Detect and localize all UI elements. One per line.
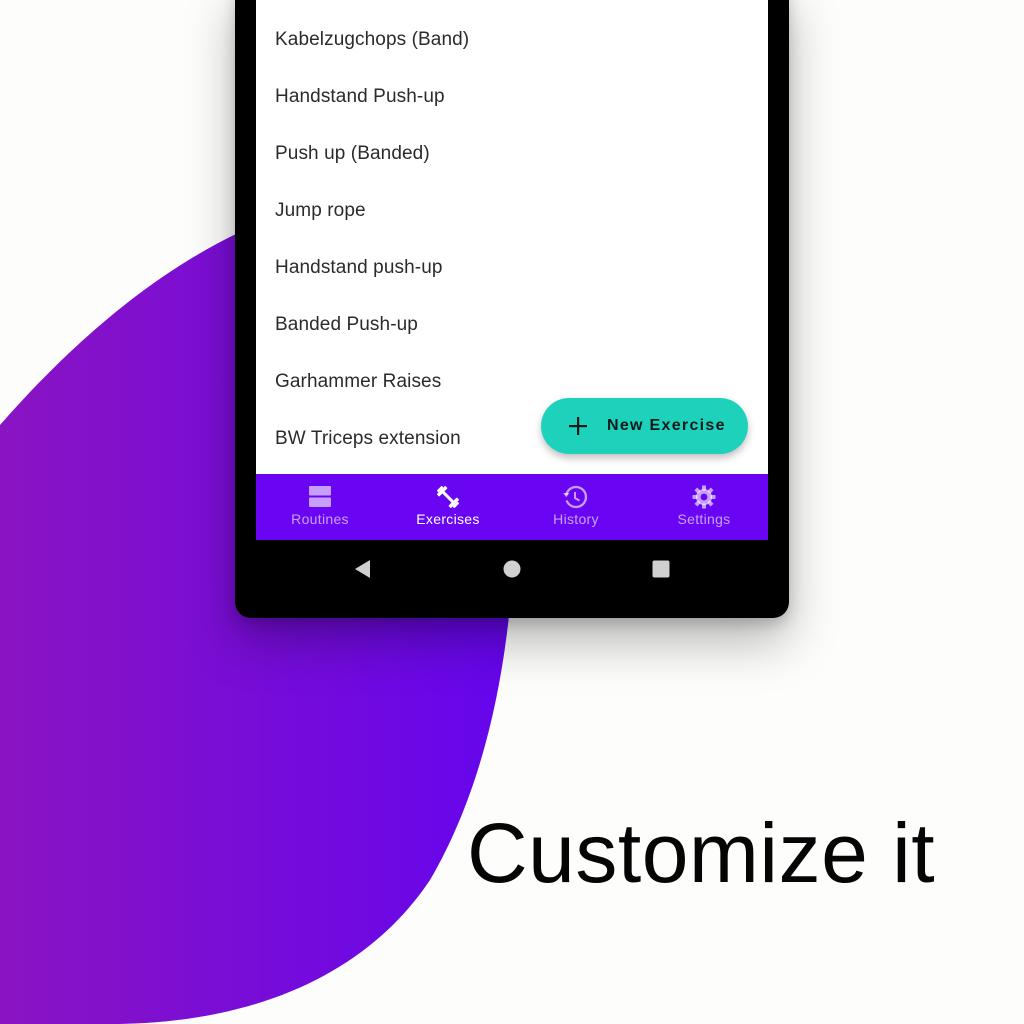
new-exercise-button[interactable]: New Exercise bbox=[541, 398, 748, 454]
bottom-navigation: Routines Exercises History Settings bbox=[256, 474, 768, 540]
plus-icon bbox=[569, 417, 587, 435]
list-item[interactable]: Handstand push-up bbox=[256, 239, 768, 296]
list-item[interactable]: Banded Push-up bbox=[256, 296, 768, 353]
list-item[interactable]: Handstand Push-up bbox=[256, 68, 768, 125]
nav-item-exercises[interactable]: Exercises bbox=[384, 474, 512, 540]
dumbbell-icon bbox=[436, 485, 460, 509]
nav-label-settings: Settings bbox=[677, 511, 731, 527]
gear-icon bbox=[692, 485, 716, 509]
nav-label-history: History bbox=[553, 511, 599, 527]
back-icon[interactable] bbox=[353, 559, 373, 579]
history-icon bbox=[563, 485, 588, 509]
list-item[interactable]: Push up (Banded) bbox=[256, 125, 768, 182]
list-item[interactable]: Kabelzugchops (Band) bbox=[256, 11, 768, 68]
app-screen: Kabelzugchops (Band) Handstand Push-up P… bbox=[256, 0, 768, 540]
routines-icon bbox=[309, 486, 331, 507]
home-icon[interactable] bbox=[502, 559, 522, 579]
headline-text: Customize it bbox=[467, 806, 936, 900]
nav-item-routines[interactable]: Routines bbox=[256, 474, 384, 540]
list-item[interactable]: Jump rope bbox=[256, 182, 768, 239]
nav-label-routines: Routines bbox=[291, 511, 349, 527]
nav-item-settings[interactable]: Settings bbox=[640, 474, 768, 540]
system-navigation-bar bbox=[256, 548, 768, 590]
recents-icon[interactable] bbox=[651, 559, 671, 579]
nav-item-history[interactable]: History bbox=[512, 474, 640, 540]
nav-label-exercises: Exercises bbox=[416, 511, 480, 527]
new-exercise-label: New Exercise bbox=[607, 417, 726, 434]
